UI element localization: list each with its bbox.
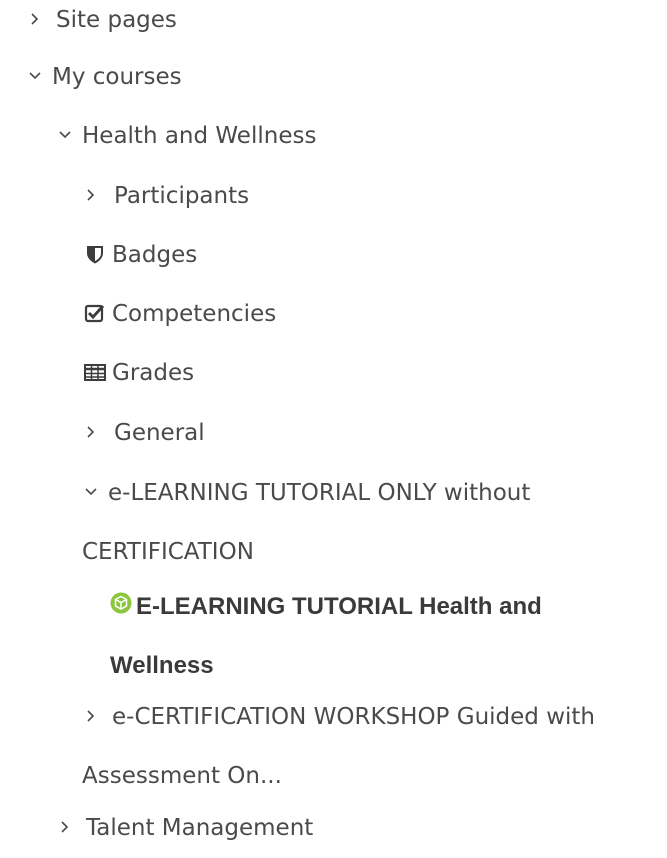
chevron-down-icon: [28, 69, 42, 83]
chevron-right-icon: [84, 188, 98, 202]
nav-item-label: Talent Management: [86, 815, 314, 841]
nav-item-course-talent-management[interactable]: Talent Management: [58, 799, 667, 858]
nav-item-site-pages[interactable]: Site pages: [28, 0, 667, 50]
nav-item-label-line2: Wellness: [110, 652, 214, 680]
nav-item-activity-elearning-tutorial[interactable]: E-LEARNING TUTORIAL Health and Wellness: [0, 576, 667, 694]
nav-item-course-health-and-wellness[interactable]: Health and Wellness: [58, 107, 667, 166]
table-icon: [84, 361, 106, 383]
nav-item-label: General: [114, 420, 205, 446]
navigation-tree: Site pages My courses Health and Wellnes…: [0, 0, 667, 843]
chevron-right-icon: [84, 425, 98, 439]
chevron-down-icon: [58, 128, 72, 142]
nav-item-label: Badges: [112, 242, 198, 268]
nav-item-section-ecertification-workshop[interactable]: e-CERTIFICATION WORKSHOP Guided with Ass…: [0, 688, 667, 806]
chevron-down-icon: [84, 485, 98, 499]
nav-item-label: Participants: [114, 183, 250, 209]
nav-item-label: Site pages: [56, 7, 177, 33]
nav-item-label: Grades: [112, 360, 195, 386]
nav-item-my-courses[interactable]: My courses: [28, 48, 667, 107]
nav-item-label-line2: Assessment On...: [82, 763, 282, 789]
nav-item-label: Competencies: [112, 301, 277, 327]
nav-item-general[interactable]: General: [84, 404, 667, 463]
nav-item-label-line1: e-CERTIFICATION WORKSHOP Guided with: [112, 704, 595, 730]
nav-item-section-elearning-tutorial[interactable]: e-LEARNING TUTORIAL ONLY without CERTIFI…: [0, 464, 667, 582]
scorm-package-icon: [110, 592, 132, 614]
chevron-right-icon: [58, 820, 72, 834]
nav-item-label-line1: e-LEARNING TUTORIAL ONLY without: [108, 480, 531, 506]
check-square-icon: [84, 302, 106, 324]
nav-item-label: Health and Wellness: [82, 123, 317, 149]
chevron-right-icon: [28, 12, 42, 26]
nav-item-label: My courses: [52, 64, 182, 90]
nav-item-badges[interactable]: Badges: [84, 226, 667, 285]
nav-item-competencies[interactable]: Competencies: [84, 285, 667, 344]
nav-item-grades[interactable]: Grades: [84, 344, 667, 403]
nav-item-label-line1: E-LEARNING TUTORIAL Health and: [136, 593, 542, 621]
shield-icon: [84, 243, 106, 265]
nav-item-participants[interactable]: Participants: [84, 167, 667, 226]
nav-item-label-line2: CERTIFICATION: [82, 539, 254, 565]
chevron-right-icon: [84, 709, 98, 723]
